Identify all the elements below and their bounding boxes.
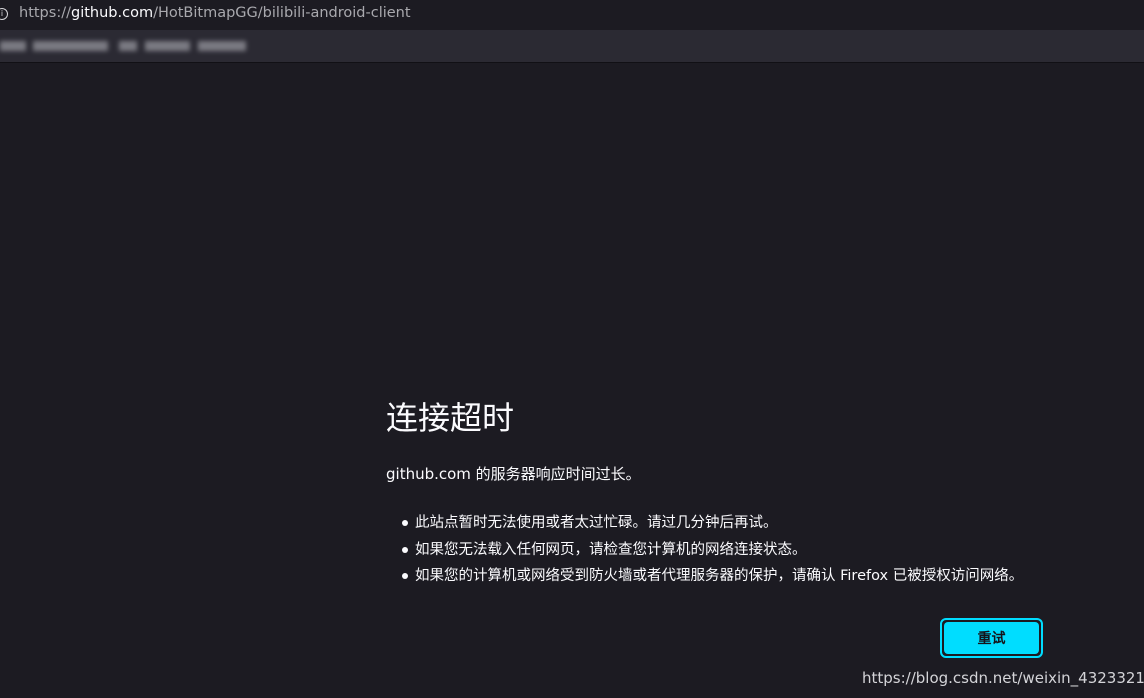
address-bar[interactable]: i https://github.com/HotBitmapGG/bilibil… bbox=[0, 0, 1144, 30]
watermark: https://blog.csdn.net/weixin_43233219 bbox=[862, 669, 1144, 687]
tip-text: 此站点暂时无法使用或者太过忙碌。请过几分钟后再试。 bbox=[415, 515, 778, 531]
blurred-bookmark[interactable] bbox=[33, 41, 108, 51]
tip-text: 如果您无法载入任何网页，请检查您计算机的网络连接状态。 bbox=[415, 541, 807, 558]
url-prefix: https:// bbox=[19, 5, 71, 21]
list-item: 此站点暂时无法使用或者太过忙碌。请过几分钟后再试。 bbox=[402, 513, 1023, 540]
blurred-bookmark[interactable] bbox=[198, 41, 246, 51]
bookmarks-toolbar bbox=[0, 30, 1144, 63]
blurred-bookmark[interactable] bbox=[119, 41, 137, 51]
retry-button[interactable]: 重试 bbox=[944, 622, 1039, 654]
url-text[interactable]: https://github.com/HotBitmapGG/bilibili-… bbox=[19, 5, 411, 21]
retry-focus-ring: 重试 bbox=[940, 618, 1043, 658]
page-title: 连接超时 bbox=[386, 399, 515, 437]
bullet-icon bbox=[402, 573, 408, 579]
url-path: /HotBitmapGG/bilibili-android-client bbox=[153, 5, 411, 21]
list-item: 如果您无法载入任何网页，请检查您计算机的网络连接状态。 bbox=[402, 540, 1023, 567]
error-description: github.com 的服务器响应时间过长。 bbox=[386, 465, 641, 483]
tip-text: 如果您的计算机或网络受到防火墙或者代理服务器的保护，请确认 Firefox 已被… bbox=[415, 568, 1024, 584]
bullet-icon bbox=[402, 520, 408, 526]
url-host: github.com bbox=[70, 5, 154, 21]
info-icon[interactable]: i bbox=[0, 8, 8, 20]
blurred-bookmark[interactable] bbox=[0, 41, 26, 51]
blurred-bookmark[interactable] bbox=[145, 41, 190, 51]
bullet-icon bbox=[402, 546, 408, 553]
tips-list: 此站点暂时无法使用或者太过忙碌。请过几分钟后再试。 如果您无法载入任何网页，请检… bbox=[402, 513, 1023, 593]
list-item: 如果您的计算机或网络受到防火墙或者代理服务器的保护，请确认 Firefox 已被… bbox=[402, 566, 1023, 593]
